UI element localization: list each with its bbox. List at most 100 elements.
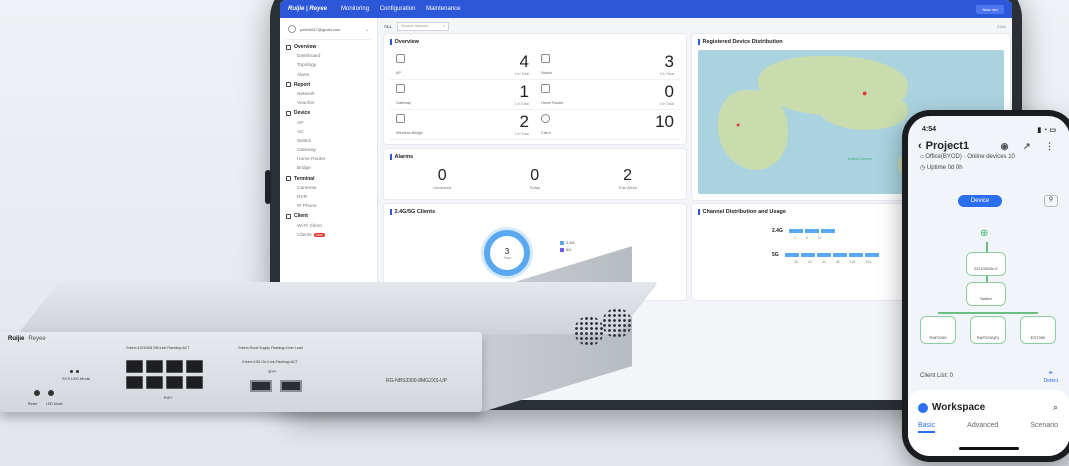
topo-switch[interactable]: Switch: [966, 282, 1006, 306]
sidebar-item-network[interactable]: Network: [286, 92, 371, 97]
sys-led-label: SYS LED Mode: [62, 376, 91, 381]
sys-led: [70, 370, 73, 373]
filter-bar: ALL Search Network ⌕ 2341: [384, 18, 1006, 34]
terminal-icon: [286, 176, 291, 182]
user-icon: [288, 25, 296, 33]
channel-bars: [784, 253, 879, 257]
sidebar-group-client[interactable]: Client: [286, 213, 371, 219]
reset-button[interactable]: [34, 390, 40, 396]
tab-advanced[interactable]: Advanced: [967, 422, 998, 433]
sidebar-item-voucher[interactable]: Voucher: [286, 101, 371, 106]
header-actions-icon[interactable]: ◉ ↗ ⋮: [1001, 141, 1060, 152]
sidebar-item-clients[interactable]: Clients NEW: [286, 232, 371, 238]
scope-select[interactable]: ALL: [384, 24, 392, 29]
sidebar-item-cameras[interactable]: Cameras: [286, 186, 371, 191]
channel-row-24g: 2.4G: [772, 228, 835, 234]
chevron-down-icon: ⌄: [365, 26, 369, 32]
sidebar-item-ip-phone[interactable]: IP Phone: [286, 204, 371, 209]
device-tab[interactable]: Device: [958, 195, 1002, 207]
nav-configuration[interactable]: Configuration: [380, 6, 416, 12]
building-icon: ⌂: [920, 154, 924, 160]
rj45-port[interactable]: [126, 376, 143, 389]
map-pin-icon: ●: [862, 88, 868, 98]
rj45-port[interactable]: [146, 376, 163, 389]
sidebar-item-switch[interactable]: Switch: [286, 139, 371, 144]
channel-ticks-24g: 1 6 11: [794, 236, 822, 240]
alarm-today[interactable]: 0 Today: [529, 167, 540, 190]
switch-top-panel: [18, 282, 659, 334]
switch-icon: [541, 54, 550, 63]
overview-card: Overview AP 4 4 in Total Switch 3 3 in Total…: [384, 34, 686, 144]
overview-cell-wireless-bridge[interactable]: Wireless Bridge 2 2 in Total: [390, 110, 535, 140]
rj45-port[interactable]: [186, 360, 203, 373]
overview-cell-client[interactable]: Client 10: [535, 110, 680, 140]
sidebar-group-device[interactable]: Device: [286, 110, 371, 116]
sfp-port[interactable]: [280, 380, 302, 392]
date-display: 2341: [997, 23, 1006, 29]
nav-maintenance[interactable]: Maintenance: [426, 6, 460, 12]
sidebar-item-topology[interactable]: Topology: [286, 63, 371, 68]
rj45-port[interactable]: [126, 360, 143, 373]
clock-icon: ◷: [920, 165, 926, 171]
tab-scenario[interactable]: Scenario: [1030, 422, 1058, 433]
workspace-title: Workspace: [918, 402, 985, 413]
tablet-side-button: [265, 170, 271, 204]
overview-cell-home-router[interactable]: Home Router 0 0 in Total: [535, 80, 680, 110]
sidebar-item-home-router[interactable]: Home Router: [286, 157, 371, 162]
search-icon[interactable]: ⌕: [1053, 402, 1058, 413]
rj45-port[interactable]: [166, 360, 183, 373]
sidebar-item-ac[interactable]: AC: [286, 130, 371, 135]
brand-logo: Ruijie | Reyee: [288, 6, 328, 12]
map-title: Registered Device Distribution: [692, 34, 1010, 50]
bridge-icon: [396, 114, 405, 123]
device-icon: [286, 110, 291, 116]
account-selector[interactable]: peter6617@gmail.com ⌄: [286, 22, 371, 40]
map-land: [718, 90, 788, 170]
rj45-port[interactable]: [166, 376, 183, 389]
signal-wifi-battery-icon: ▮ ◔ ▭: [1037, 127, 1056, 134]
clients-title: 2.4G/5G Clients: [384, 204, 686, 220]
sfp-port[interactable]: [250, 380, 272, 392]
topo-gateway[interactable]: EG105GW-X: [966, 252, 1006, 276]
network-switch: Ruijie Reyee SYS LED Mode Reset LED Mode …: [0, 246, 659, 466]
switch-model: RG-NBS3300-8MG2XS-UP: [386, 378, 448, 384]
topo-ap[interactable]: RAP2260: [920, 316, 956, 344]
sidebar-item-bridge[interactable]: Bridge: [286, 166, 371, 171]
rj45-port[interactable]: [146, 360, 163, 373]
sidebar-item-ap[interactable]: AP: [286, 121, 371, 126]
search-input[interactable]: Search Network ⌕: [397, 21, 450, 31]
overview-cell-gateway[interactable]: Gateway 1 1 in Total: [390, 80, 535, 110]
tab-basic[interactable]: Basic: [918, 422, 936, 433]
topology-toggle-icon[interactable]: ⚲: [1044, 195, 1058, 207]
ap-icon: [396, 54, 405, 63]
led-mode-button[interactable]: [48, 390, 54, 396]
sidebar-item-alarm[interactable]: Alarm: [286, 73, 371, 78]
sidebar-item-nvr[interactable]: NVR: [286, 195, 371, 200]
detect-button[interactable]: ⌖ Detect: [1044, 368, 1058, 384]
topo-ap[interactable]: RAP2260(E): [970, 316, 1006, 344]
radar-icon: ⌖: [1048, 368, 1054, 377]
sidebar-item-wifi-client[interactable]: Wi-Fi Client: [286, 224, 371, 229]
alarm-this-week[interactable]: 2 This Week: [618, 167, 637, 190]
account-email: peter6617@gmail.com: [300, 26, 341, 32]
overview-cell-ap[interactable]: AP 4 4 in Total: [390, 50, 535, 80]
topo-link: [986, 242, 988, 252]
back-icon[interactable]: ‹: [918, 140, 922, 152]
overview-cell-switch[interactable]: Switch 3 3 in Total: [535, 50, 680, 80]
nav-monitoring[interactable]: Monitoring: [341, 6, 369, 12]
status-bar: 4:54 ▮ ◔ ▭: [908, 116, 1069, 134]
rj45-port[interactable]: [186, 376, 203, 389]
sidebar-group-report[interactable]: Report: [286, 82, 371, 88]
client-list[interactable]: Client List: 0: [920, 373, 953, 379]
alarm-uncleared[interactable]: 0 Uncleared: [433, 167, 451, 190]
new-device-button[interactable]: New dev: [976, 4, 1004, 14]
sidebar-item-dashboard[interactable]: Dashboard: [286, 54, 371, 59]
poe-legend: Green=Good Supply Flashing=Over Load: [238, 346, 303, 350]
sidebar-group-terminal[interactable]: Terminal: [286, 176, 371, 182]
legend-24g: 2.4G: [560, 240, 575, 245]
topo-ap[interactable]: EST350: [1020, 316, 1056, 344]
sidebar-group-overview[interactable]: Overview: [286, 44, 371, 50]
clock: 4:54: [922, 126, 937, 133]
switch-logo: Ruijie Reyee: [8, 336, 46, 342]
sidebar-item-gateway[interactable]: Gateway: [286, 148, 371, 153]
